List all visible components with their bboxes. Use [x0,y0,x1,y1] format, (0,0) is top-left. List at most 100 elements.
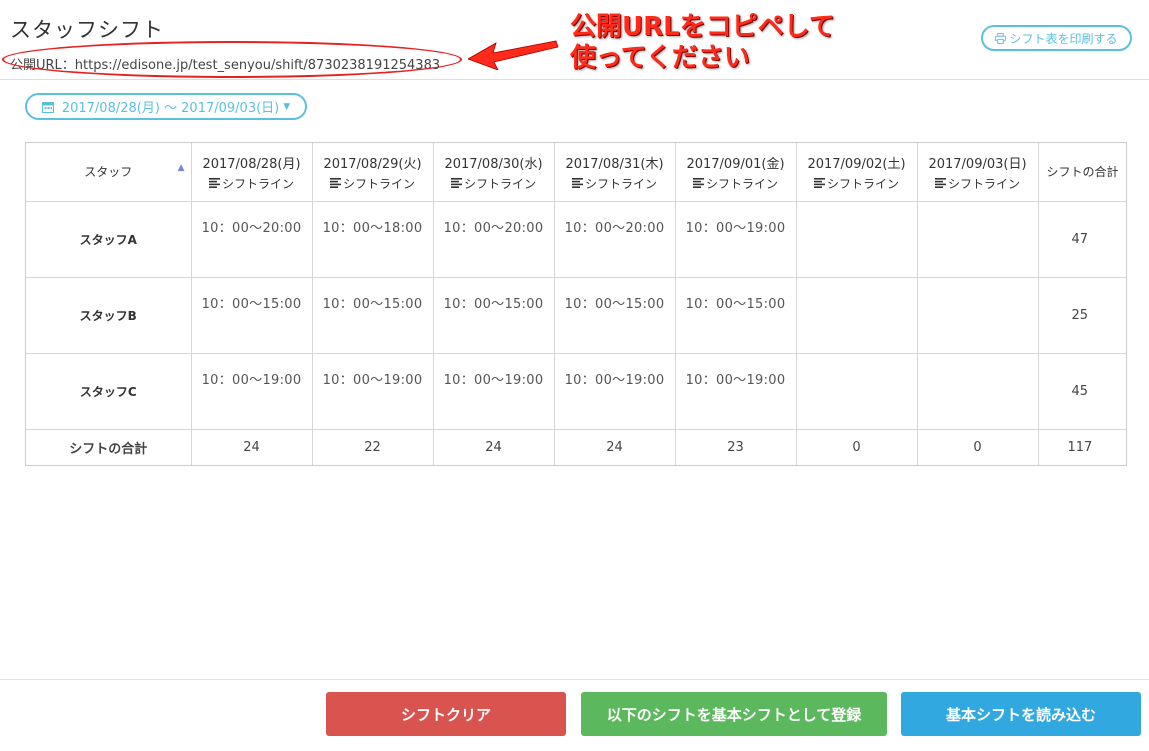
staff-column-header[interactable]: スタッフ ▲ [26,143,192,202]
shift-cell[interactable]: 10：00〜15:00 [433,277,555,354]
page-title: スタッフシフト [10,18,164,42]
day-total-cell: 24 [433,429,555,465]
shift-cell[interactable]: 10：00〜19:00 [191,353,313,430]
table-row: スタッフB 10：00〜15:00 10：00〜15:00 10：00〜15:00 10… [26,277,1126,354]
day-column-header: 2017/08/29(火) シフトライン [312,143,434,202]
annotation-ellipse [2,41,462,78]
date-range-picker[interactable]: 2017/08/28(月) 〜 2017/09/03(日) ▼ [25,93,307,120]
shiftline-label: シフトライン [342,177,415,192]
day-column-header: 2017/09/03(日) シフトライン [917,143,1039,202]
shift-clear-button[interactable]: シフトクリア [326,692,566,736]
shiftline-link[interactable]: シフトライン [555,175,675,192]
day-total-cell: 23 [675,429,797,465]
shift-cell[interactable]: 10：00〜19:00 [675,353,797,430]
shiftline-link[interactable]: シフトライン [434,175,554,192]
day-column-header: 2017/08/28(月) シフトライン [191,143,313,202]
sort-asc-icon[interactable]: ▲ [178,163,185,173]
annotation-line-1: 公開URLをコピペして [570,12,835,42]
shift-cell[interactable]: 10：00〜20:00 [554,201,676,278]
day-column-header: 2017/08/31(木) シフトライン [554,143,676,202]
day-date-label: 2017/08/28(月) [202,157,301,173]
printer-icon [995,32,1007,44]
day-date-label: 2017/09/03(日) [928,157,1027,173]
annotation-arrow-icon [468,40,559,70]
shift-cell[interactable]: 10：00〜15:00 [554,277,676,354]
register-base-shift-button[interactable]: 以下のシフトを基本シフトとして登録 [581,692,887,736]
list-icon [329,177,341,191]
list-icon [450,177,462,191]
day-date-label: 2017/08/30(水) [444,157,543,173]
shift-cell[interactable]: 10：00〜15:00 [191,277,313,354]
shift-cell[interactable]: 10：00〜20:00 [433,201,555,278]
shiftline-link[interactable]: シフトライン [797,175,917,192]
day-total-cell: 0 [796,429,918,465]
shift-table-container: スタッフ ▲ 2017/08/28(月) シフトライン 2017/08/29(火) シ… [25,142,1127,466]
shift-cell[interactable]: 10：00〜19:00 [554,353,676,430]
shiftline-label: シフトライン [463,177,536,192]
shift-cell[interactable] [917,353,1039,430]
shiftline-link[interactable]: シフトライン [676,175,796,192]
shiftline-label: シフトライン [826,177,899,192]
shift-cell[interactable]: 10：00〜19:00 [433,353,555,430]
staff-total-cell: 25 [1038,277,1126,354]
shiftline-label: シフトライン [584,177,657,192]
list-icon [934,177,946,191]
shift-table: スタッフ ▲ 2017/08/28(月) シフトライン 2017/08/29(火) シ… [26,143,1126,465]
day-date-label: 2017/09/02(土) [807,157,906,173]
day-column-header: 2017/09/02(土) シフトライン [796,143,918,202]
list-icon [813,177,825,191]
shift-cell[interactable] [796,277,918,354]
shift-cell[interactable] [796,353,918,430]
sum-row: シフトの合計 24 22 24 24 23 0 0 117 [26,429,1126,465]
shift-cell[interactable]: 10：00〜15:00 [675,277,797,354]
shiftline-label: シフトライン [705,177,778,192]
table-body: スタッフA 10：00〜20:00 10：00〜18:00 10：00〜20:00 10… [26,201,1126,465]
list-icon [208,177,220,191]
day-total-cell: 22 [312,429,434,465]
list-icon [571,177,583,191]
shift-cell[interactable] [917,201,1039,278]
staff-total-cell: 45 [1038,353,1126,430]
shift-cell[interactable]: 10：00〜19:00 [675,201,797,278]
annotation-text: 公開URLをコピペして 使ってください [570,12,835,74]
staff-name-cell[interactable]: スタッフA [26,201,192,278]
shift-cell[interactable] [917,277,1039,354]
day-total-cell: 0 [917,429,1039,465]
header-divider [0,79,1149,80]
shift-cell[interactable]: 10：00〜19:00 [312,353,434,430]
footer-divider [0,679,1149,680]
shift-cell[interactable]: 10：00〜18:00 [312,201,434,278]
day-total-cell: 24 [191,429,313,465]
shift-cell[interactable]: 10：00〜15:00 [312,277,434,354]
list-icon [692,177,704,191]
shiftline-link[interactable]: シフトライン [313,175,433,192]
table-row: スタッフC 10：00〜19:00 10：00〜19:00 10：00〜19:00 10… [26,353,1126,430]
calendar-icon [41,101,54,113]
load-base-shift-button[interactable]: 基本シフトを読み込む [901,692,1141,736]
shiftline-link[interactable]: シフトライン [192,175,312,192]
grand-total-cell: 117 [1038,429,1126,465]
staff-name-cell[interactable]: スタッフC [26,353,192,430]
day-column-header: 2017/08/30(水) シフトライン [433,143,555,202]
shiftline-label: シフトライン [221,177,294,192]
day-column-header: 2017/09/01(金) シフトライン [675,143,797,202]
date-range-label: 2017/08/28(月) 〜 2017/09/03(日) [61,101,280,116]
shift-cell[interactable] [796,201,918,278]
caret-down-icon: ▼ [283,101,291,112]
table-header-row: スタッフ ▲ 2017/08/28(月) シフトライン 2017/08/29(火) シ… [26,143,1126,202]
annotation-line-2: 使ってください [570,43,750,73]
day-total-cell: 24 [554,429,676,465]
print-shift-table-button[interactable]: シフト表を印刷する [981,25,1132,51]
staff-name-cell[interactable]: スタッフB [26,277,192,354]
day-date-label: 2017/08/29(火) [323,157,422,173]
staff-total-cell: 47 [1038,201,1126,278]
shift-cell[interactable]: 10：00〜20:00 [191,201,313,278]
shiftline-link[interactable]: シフトライン [918,175,1038,192]
staff-header-label: スタッフ [84,165,133,180]
print-button-label: シフト表を印刷する [1009,31,1118,46]
day-date-label: 2017/08/31(木) [565,157,664,173]
total-column-header: シフトの合計 [1038,143,1126,202]
table-row: スタッフA 10：00〜20:00 10：00〜18:00 10：00〜20:00 10… [26,201,1126,278]
sum-label-cell: シフトの合計 [26,429,192,465]
shiftline-label: シフトライン [947,177,1020,192]
